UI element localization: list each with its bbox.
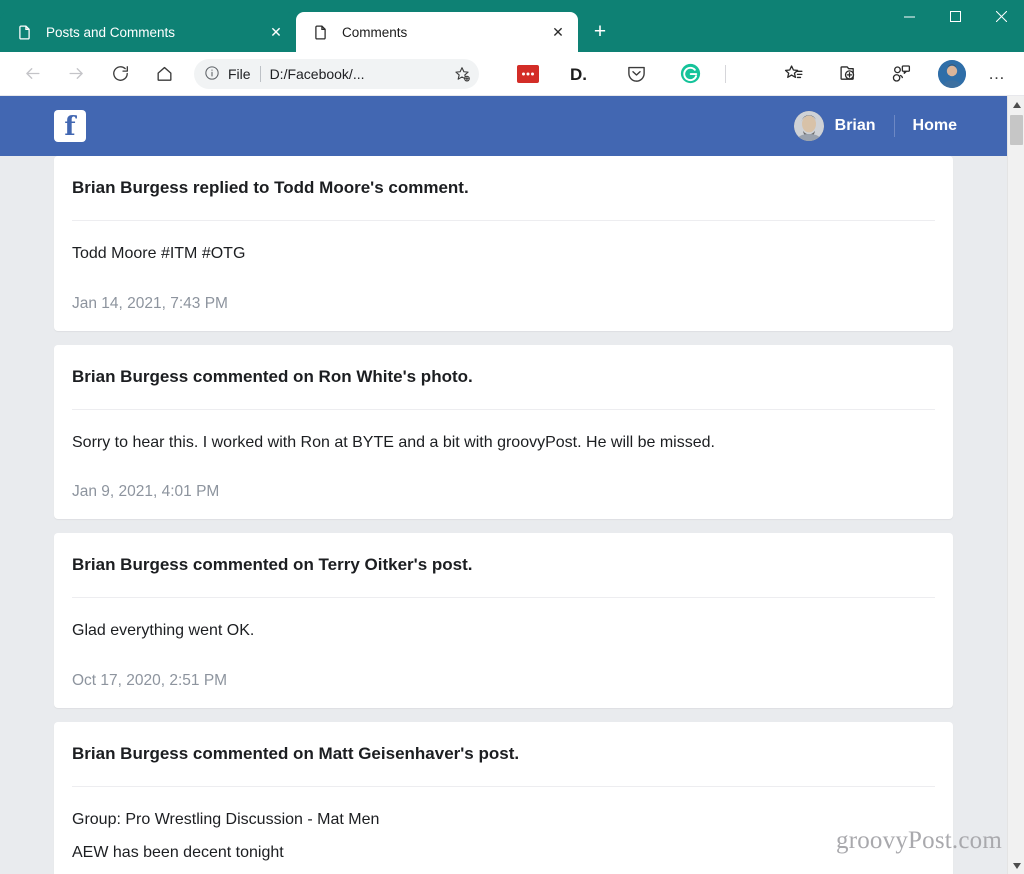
forward-icon[interactable] <box>60 58 92 90</box>
comment-card-title: Brian Burgess commented on Ron White's p… <box>72 366 473 386</box>
back-icon[interactable] <box>16 58 48 90</box>
page-icon <box>312 24 329 41</box>
lastpass-extension-icon[interactable] <box>513 59 543 89</box>
comment-card-date: Jan 9, 2021, 4:01 PM <box>72 483 220 501</box>
close-icon[interactable]: ✕ <box>264 20 288 44</box>
toolbar-divider <box>725 64 726 83</box>
facebook-user-name[interactable]: Brian <box>835 117 876 135</box>
address-url[interactable]: D:/Facebook/... <box>270 66 451 82</box>
comments-feed: Brian Burgess replied to Todd Moore's co… <box>0 156 1007 874</box>
info-icon[interactable] <box>204 65 221 82</box>
scroll-up-icon[interactable] <box>1008 96 1024 113</box>
grammarly-extension-icon[interactable] <box>675 59 705 89</box>
group-name: Pro Wrestling Discussion - Mat Men <box>125 810 380 828</box>
comment-card: Brian Burgess commented on Matt Geisenha… <box>54 721 953 874</box>
comment-card-body: AEW has been decent tonight <box>72 844 284 862</box>
svg-text:D.: D. <box>570 65 587 84</box>
refresh-icon[interactable] <box>104 58 136 90</box>
facebook-nav-divider <box>893 115 895 137</box>
scroll-down-icon[interactable] <box>1008 857 1024 874</box>
comment-card-title: Brian Burgess commented on Matt Geisenha… <box>72 743 520 763</box>
comment-card-group: Group: Pro Wrestling Discussion - Mat Me… <box>72 809 935 831</box>
facebook-header-right: Brian Home <box>793 111 1007 141</box>
tab-label: Comments <box>342 24 408 40</box>
comment-card-title: Brian Burgess replied to Todd Moore's co… <box>72 178 469 197</box>
avatar[interactable] <box>938 59 966 88</box>
title-bar: Posts and Comments ✕ Comments ✕ + <box>0 0 1024 52</box>
divider <box>72 408 935 410</box>
settings-and-more-icon[interactable]: … <box>982 59 1012 89</box>
close-icon[interactable]: ✕ <box>546 20 570 44</box>
scrollbar-thumb[interactable] <box>1010 115 1023 145</box>
divider <box>72 785 935 787</box>
comment-card-date: Oct 17, 2020, 2:51 PM <box>72 671 228 689</box>
dashlane-extension-icon[interactable]: D. <box>567 59 597 89</box>
facebook-logo-letter: f <box>64 112 76 142</box>
collections-icon[interactable] <box>831 58 863 90</box>
divider <box>72 597 935 599</box>
maximize-icon[interactable] <box>932 0 978 32</box>
comment-card-date: Jan 14, 2021, 7:43 PM <box>72 294 228 312</box>
facebook-home-link[interactable]: Home <box>913 117 957 135</box>
home-icon[interactable] <box>148 58 180 90</box>
group-label: Group: <box>72 810 121 828</box>
facebook-header: f Brian Home <box>0 96 1007 156</box>
close-icon[interactable] <box>978 0 1024 32</box>
pocket-extension-icon[interactable] <box>621 59 651 89</box>
window-controls <box>886 0 1024 32</box>
comment-card-body: Todd Moore #ITM #OTG <box>72 245 246 262</box>
comment-card: Brian Burgess replied to Todd Moore's co… <box>54 156 953 331</box>
tab-posts-and-comments[interactable]: Posts and Comments ✕ <box>0 12 296 52</box>
browser-essentials-icon[interactable] <box>885 58 917 90</box>
comment-card: Brian Burgess commented on Terry Oitker'… <box>54 533 953 708</box>
page-icon <box>16 24 33 41</box>
tab-comments[interactable]: Comments ✕ <box>296 12 578 52</box>
extensions-area: D. <box>501 59 717 89</box>
browser-toolbar: File D:/Facebook/... D. … <box>0 52 1024 96</box>
user-avatar[interactable] <box>793 111 824 141</box>
new-tab-button[interactable]: + <box>584 16 616 48</box>
comment-card-body: Sorry to hear this. I worked with Ron at… <box>72 433 715 451</box>
add-favorite-icon[interactable] <box>451 63 473 85</box>
tab-strip: Posts and Comments ✕ Comments ✕ + <box>0 0 616 52</box>
toolbar-right-cluster: … <box>766 58 1014 90</box>
comment-card: Brian Burgess commented on Ron White's p… <box>54 344 953 520</box>
minimize-icon[interactable] <box>886 0 932 32</box>
favorites-icon[interactable] <box>777 58 809 90</box>
browser-window: Posts and Comments ✕ Comments ✕ + File D… <box>0 0 1024 874</box>
comment-card-title: Brian Burgess commented on Terry Oitker'… <box>72 555 473 575</box>
divider <box>72 220 935 221</box>
tab-label: Posts and Comments <box>46 24 176 40</box>
address-scheme: File <box>228 65 251 82</box>
address-bar[interactable]: File D:/Facebook/... <box>194 58 479 89</box>
comment-card-body: Glad everything went OK. <box>72 622 255 640</box>
facebook-logo-icon[interactable]: f <box>54 110 86 142</box>
page-scrollbar[interactable] <box>1007 96 1024 874</box>
address-divider <box>259 65 261 82</box>
page-viewport: f Brian Home Brian Burgess replied to To… <box>0 96 1024 874</box>
